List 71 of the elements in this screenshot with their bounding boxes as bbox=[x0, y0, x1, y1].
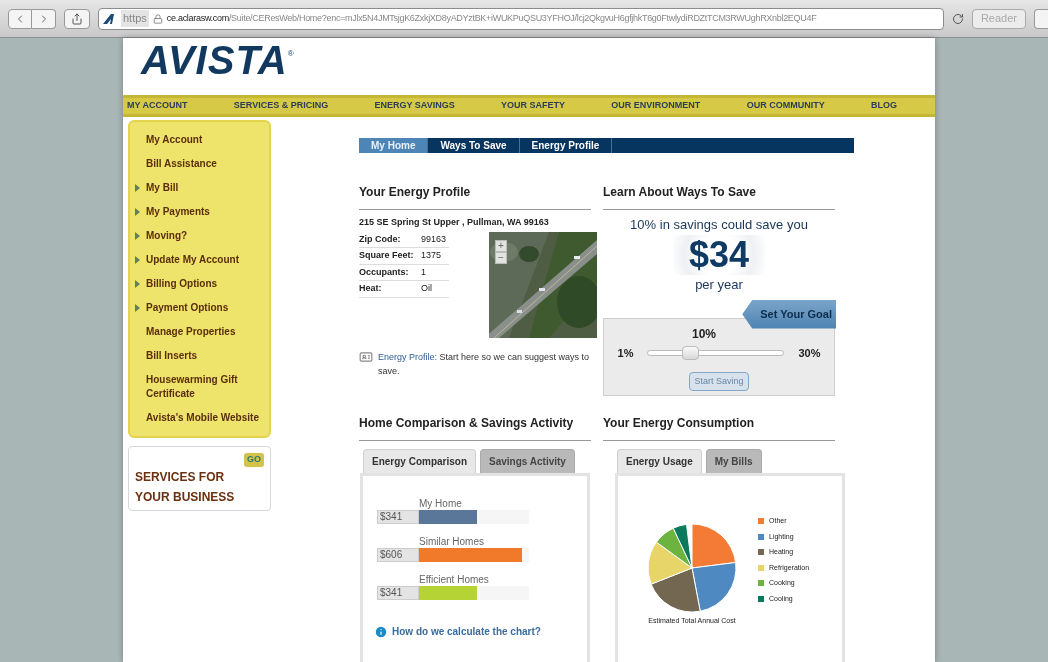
property-value: 99163 bbox=[421, 232, 447, 246]
slider-min: 1% bbox=[617, 346, 634, 361]
forward-button[interactable] bbox=[32, 8, 56, 29]
sidebar-item[interactable]: My Account bbox=[130, 128, 269, 152]
url-text: ce.aclarasw.com/Suite/CEResWeb/Home?enc=mJlx5N4JMTsjgK6ZxkjXD8yADYztBK+iWUKPuQSU3YFHOJ/lcj2QkgvuH6gfjhkT6g0FtwlydiRDZtTCM3RWUghRXnbl2EQU4F bbox=[166, 11, 817, 25]
nav-link[interactable]: OUR COMMUNITY bbox=[746, 99, 825, 113]
savings-amount: $34 bbox=[672, 234, 766, 275]
sidebar-item[interactable]: Payment Options bbox=[130, 296, 269, 320]
address-bar[interactable]: https ce.aclarasw.com/Suite/CEResWeb/Home?enc=mJlx5N4JMTsjgK6ZxkjXD8yADYztBK+iWUKPuQSU3YFHOJ/lcj2QkgvuH6gfjhkT6g0FtwlydiRDZtTCM3RWUghRXnbl2EQU4F bbox=[98, 7, 944, 30]
nav-link[interactable]: MY ACCOUNT bbox=[127, 99, 188, 113]
sidebar-item[interactable]: Update My Account bbox=[130, 248, 269, 272]
panel-tab[interactable]: My Bills bbox=[705, 449, 762, 473]
url-scheme: https bbox=[121, 10, 149, 27]
nav-link[interactable]: YOUR SAFETY bbox=[501, 99, 565, 113]
property-value: 1375 bbox=[421, 249, 442, 262]
nav-tab[interactable]: Ways To Save bbox=[428, 138, 520, 153]
slider-thumb[interactable] bbox=[682, 346, 700, 361]
info-icon bbox=[374, 624, 388, 639]
sidebar-item[interactable]: Housewarming Gift Certificate bbox=[130, 368, 269, 406]
nav-link[interactable]: ENERGY SAVINGS bbox=[374, 99, 455, 113]
bar-amount: $341 bbox=[377, 586, 419, 600]
sidebar-item[interactable]: My Bill bbox=[130, 176, 269, 200]
sidebar-item[interactable]: Avista's Mobile Website bbox=[130, 406, 269, 430]
toolbar-button[interactable] bbox=[1034, 8, 1048, 29]
property-label: Zip Code: bbox=[359, 232, 402, 246]
panel-tab[interactable]: Savings Activity bbox=[480, 449, 575, 473]
sidebar-item[interactable]: Moving? bbox=[130, 224, 269, 248]
lock-icon bbox=[152, 13, 163, 24]
energy-profile-link[interactable]: Energy Profile: bbox=[378, 351, 438, 362]
section-title: Learn About Ways To Save bbox=[603, 183, 835, 210]
help-link[interactable]: How do we calculate the chart? bbox=[392, 624, 541, 639]
reload-icon[interactable] bbox=[951, 12, 964, 25]
slider-max: 30% bbox=[798, 346, 821, 361]
property-value: Oil bbox=[421, 282, 432, 295]
bar-label: Efficient Homes bbox=[419, 574, 490, 586]
section-title: Your Energy Consumption bbox=[603, 414, 835, 441]
goal-label: Set Your Goal bbox=[742, 300, 836, 329]
panel-tab[interactable]: Energy Usage bbox=[617, 449, 702, 473]
bar-amount: $606 bbox=[377, 548, 419, 562]
property-value: 1 bbox=[421, 265, 426, 279]
nav-link[interactable]: OUR ENVIRONMENT bbox=[611, 99, 701, 113]
back-button[interactable] bbox=[8, 8, 32, 29]
avista-logo[interactable]: AVISTA® bbox=[141, 40, 294, 80]
savings-headline: 10% in savings could save you bbox=[629, 216, 809, 234]
share-button[interactable] bbox=[64, 8, 90, 29]
map-view[interactable]: + − bbox=[489, 231, 597, 338]
property-label: Square Feet: bbox=[359, 249, 415, 262]
profile-note: Energy Profile: Start here so we can suggest ways to save. bbox=[378, 350, 591, 378]
profile-card-icon bbox=[359, 349, 373, 364]
section-title: Your Energy Profile bbox=[359, 183, 591, 210]
sidebar-item[interactable]: Manage Properties bbox=[130, 320, 269, 344]
slider-value: 10% bbox=[692, 326, 716, 343]
share-icon bbox=[71, 12, 83, 25]
nav-link[interactable]: SERVICES & PRICING bbox=[233, 99, 329, 113]
sidebar-item[interactable]: Bill Assistance bbox=[130, 152, 269, 176]
savings-period: per year bbox=[694, 275, 744, 294]
site-icon bbox=[103, 13, 117, 24]
section-title: Home Comparison & Savings Activity bbox=[359, 414, 591, 441]
sidebar-item[interactable]: Billing Options bbox=[130, 272, 269, 296]
business-title[interactable]: SERVICES FOR YOUR BUSINESS bbox=[135, 467, 253, 507]
sidebar-item[interactable]: My Payments bbox=[130, 200, 269, 224]
nav-link[interactable]: BLOG bbox=[870, 99, 897, 113]
panel-tab[interactable]: Energy Comparison bbox=[363, 449, 477, 473]
bar-label: My Home bbox=[419, 498, 463, 510]
property-label: Heat: bbox=[359, 282, 383, 295]
bar-label: Similar Homes bbox=[419, 536, 485, 548]
bar-amount: $341 bbox=[377, 510, 419, 524]
property-label: Occupants: bbox=[359, 265, 410, 279]
address-text: 215 SE Spring St Upper , Pullman, WA 99163 bbox=[359, 216, 550, 229]
nav-tab[interactable]: Energy Profile bbox=[519, 138, 613, 153]
sidebar-item[interactable]: Bill Inserts bbox=[130, 344, 269, 368]
